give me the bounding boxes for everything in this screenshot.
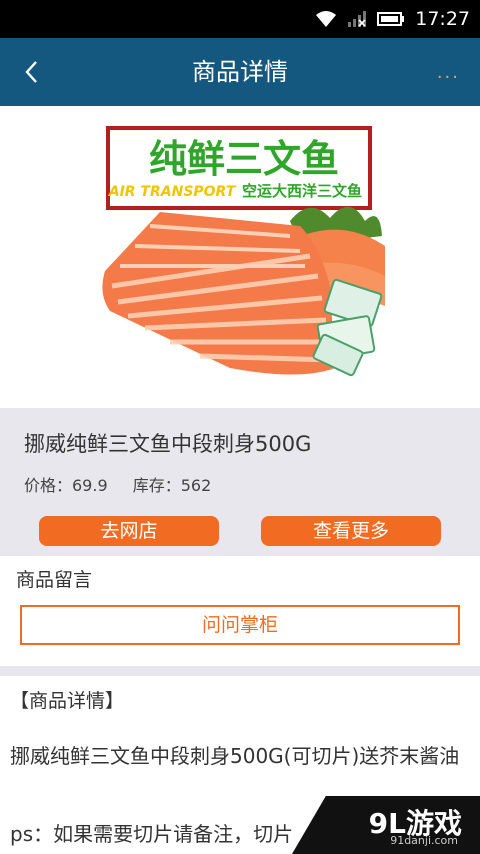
- salmon-image: 纯鲜三文鱼 AIR TRANSPORT 空运大西洋三文鱼: [102, 126, 385, 377]
- back-button[interactable]: [12, 52, 52, 92]
- banner-sub-en: AIR TRANSPORT: [108, 184, 237, 200]
- battery-icon: [377, 12, 405, 26]
- wifi-icon: [316, 11, 337, 27]
- status-time: 17:27: [415, 8, 470, 30]
- banner-title: 纯鲜三文鱼: [149, 137, 339, 181]
- app-bar: 商品详情 ...: [0, 38, 480, 106]
- product-image: 纯鲜三文鱼 AIR TRANSPORT 空运大西洋三文鱼: [0, 106, 480, 408]
- price-text: 价格：69.9: [24, 476, 108, 495]
- signal-icon: [348, 11, 367, 27]
- status-icons: 17:27: [315, 0, 470, 38]
- product-info: 挪威纯鲜三文鱼中段刺身500G 价格：69.9 库存：562 去网店 查看更多: [0, 408, 480, 556]
- view-more-button[interactable]: 查看更多: [261, 516, 441, 546]
- status-bar: 17:27: [0, 0, 480, 38]
- more-button[interactable]: ...: [437, 62, 460, 83]
- ask-shopkeeper-button[interactable]: 问问掌柜: [20, 605, 460, 645]
- stock-text: 库存：562: [132, 476, 212, 495]
- watermark: 9L游戏 91danji.com: [292, 796, 480, 854]
- detail-heading: 【商品详情】: [10, 690, 125, 712]
- product-name: 挪威纯鲜三文鱼中段刺身500G: [24, 432, 312, 456]
- go-store-button[interactable]: 去网店: [39, 516, 219, 546]
- page-title: 商品详情: [192, 58, 288, 86]
- detail-title: 挪威纯鲜三文鱼中段刺身500G(可切片)送芥末酱油: [10, 744, 460, 768]
- banner-sub-cn: 空运大西洋三文鱼: [242, 182, 362, 200]
- chevron-left-icon: [25, 61, 37, 83]
- comments-title: 商品留言: [16, 569, 93, 591]
- section-divider: [0, 666, 480, 676]
- price-stock-line: 价格：69.9 库存：562: [24, 472, 231, 496]
- watermark-url: 91danji.com: [390, 834, 458, 847]
